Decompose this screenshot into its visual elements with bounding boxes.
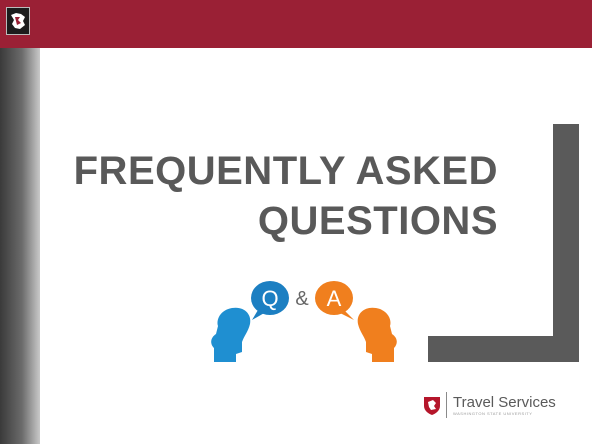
ampersand: &	[295, 288, 309, 310]
footer-text: Travel Services WASHINGTON STATE UNIVERS…	[453, 394, 556, 417]
footer-name: Travel Services	[453, 393, 556, 411]
logo-divider	[446, 392, 447, 418]
page-title: FREQUENTLY ASKED QUESTIONS	[50, 146, 498, 246]
header-band	[0, 0, 592, 48]
cougar-head-icon	[11, 13, 25, 29]
title-line-2: QUESTIONS	[257, 199, 498, 243]
wsu-shield-logo-icon	[424, 397, 440, 415]
qa-illustration: Q & A	[208, 262, 400, 362]
left-gradient-strip	[0, 48, 40, 444]
title-line-1: FREQUENTLY ASKED	[73, 149, 498, 193]
footer-subtitle: WASHINGTON STATE UNIVERSITY	[453, 410, 533, 416]
q-letter: Q	[261, 286, 278, 311]
a-letter: A	[327, 286, 342, 311]
slide: FREQUENTLY ASKED QUESTIONS Q & A Travel …	[0, 0, 592, 444]
bracket-horizontal	[428, 336, 579, 362]
travel-services-logo: Travel Services WASHINGTON STATE UNIVERS…	[423, 392, 556, 418]
wsu-cougar-logo-icon	[6, 7, 30, 35]
bracket-vertical	[553, 124, 579, 362]
